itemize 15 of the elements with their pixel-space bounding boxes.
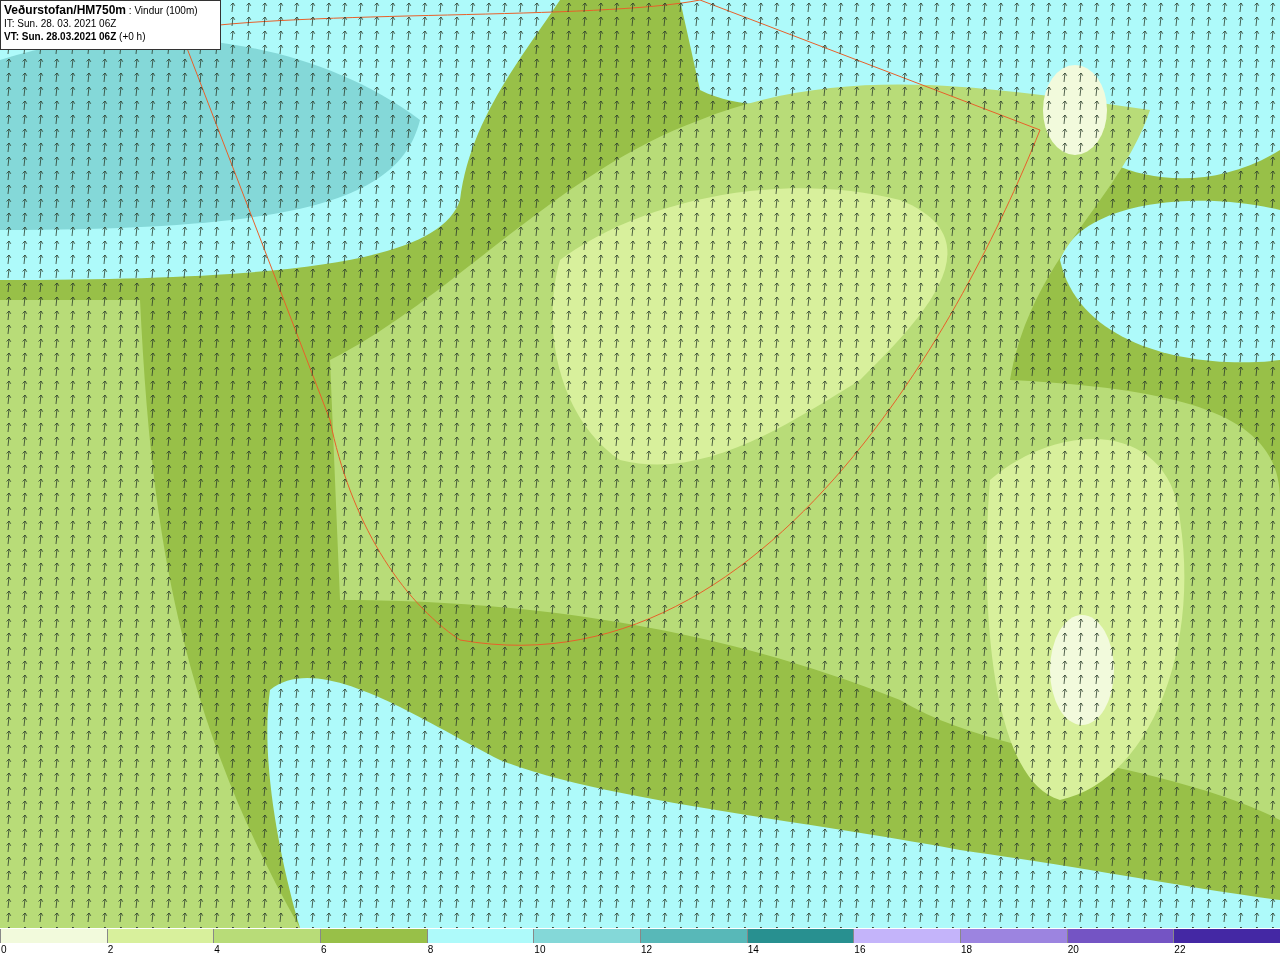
legend-label: 14 bbox=[746, 943, 759, 956]
legend-label: 0 bbox=[0, 943, 7, 956]
title-line: Veðurstofan/HM750m : Vindur (100m) bbox=[4, 4, 199, 17]
legend-label: 12 bbox=[640, 943, 653, 956]
legend-label: 22 bbox=[1173, 943, 1186, 956]
legend-label: 18 bbox=[960, 943, 973, 956]
legend-label: 6 bbox=[320, 943, 327, 956]
legend-label: 10 bbox=[533, 943, 546, 956]
legend-label: 20 bbox=[1066, 943, 1079, 956]
valid-time: VT: Sun. 28.03.2021 06Z (+0 h) bbox=[4, 30, 147, 43]
legend-label: 8 bbox=[426, 943, 434, 956]
legend-label: 16 bbox=[853, 943, 866, 956]
legend-label: 2 bbox=[106, 943, 114, 956]
issue-time: IT: Sun. 28. 03. 2021 06Z bbox=[4, 17, 118, 30]
legend-label: 4 bbox=[213, 943, 220, 956]
